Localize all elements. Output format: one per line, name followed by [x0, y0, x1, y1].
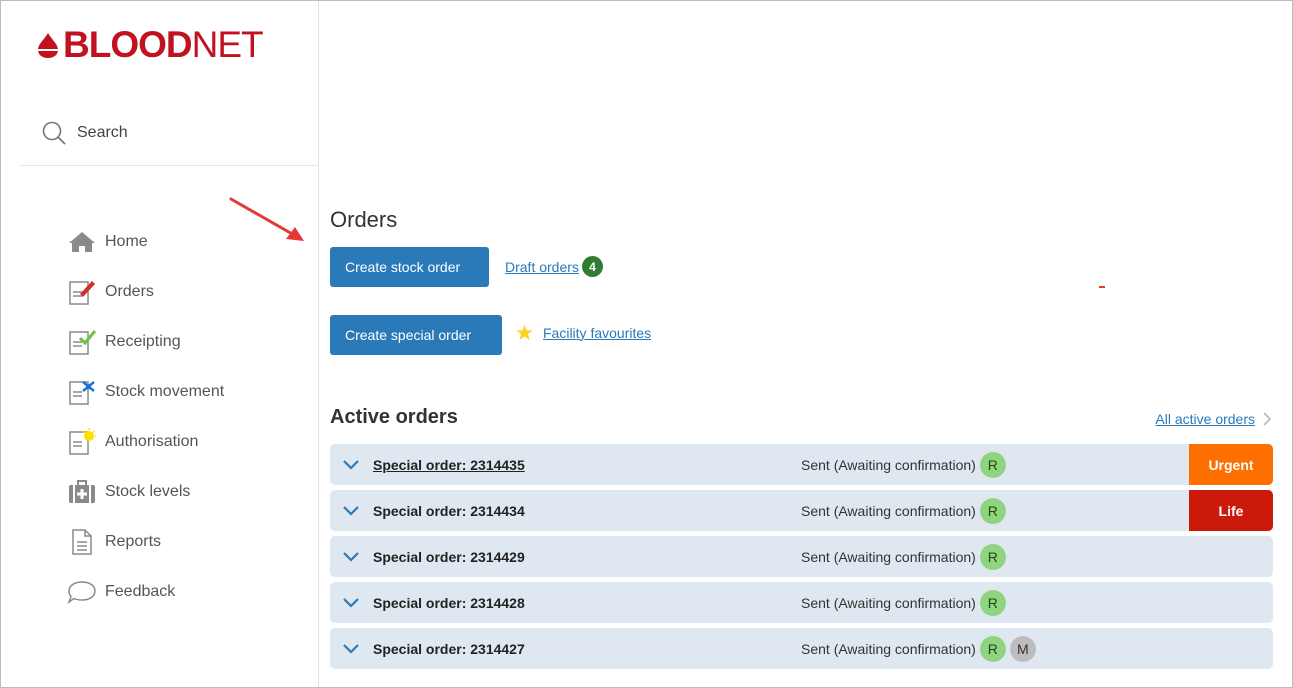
main-content: Orders Create stock order Draft orders 4…	[330, 0, 1280, 688]
create-special-order-button[interactable]: Create special order	[330, 315, 502, 355]
sidebar-item-label: Feedback	[105, 583, 176, 600]
sidebar-item-label: Stock levels	[105, 483, 191, 500]
feedback-icon	[67, 577, 97, 607]
sidebar-item-label: Authorisation	[105, 433, 199, 450]
active-orders-title: Active orders	[330, 406, 458, 428]
search-icon	[42, 121, 66, 145]
page-title: Orders	[330, 207, 398, 232]
chevron-down-icon[interactable]	[342, 643, 360, 655]
sidebar-item-receipting[interactable]: Receipting	[67, 317, 224, 367]
order-title[interactable]: Special order: 2314435	[373, 457, 525, 473]
status-pill-r: R	[979, 635, 1006, 662]
status-pill-r: R	[979, 589, 1006, 616]
logo-bold-text: BLOOD	[63, 24, 193, 65]
sidebar-item-label: Receipting	[105, 333, 181, 350]
draft-orders-label[interactable]: Draft orders	[505, 259, 579, 275]
chevron-right-icon	[1263, 412, 1272, 426]
sidebar-item-stock-levels[interactable]: Stock levels	[67, 467, 224, 517]
sidebar-item-authorisation[interactable]: Authorisation	[67, 417, 224, 467]
status-text: Sent (Awaiting confirmation)	[801, 594, 976, 611]
sidebar-item-stock-movement[interactable]: Stock movement	[67, 367, 224, 417]
all-active-orders-link[interactable]: All active orders	[1155, 411, 1273, 427]
sidebar-item-orders[interactable]: Orders	[67, 267, 224, 317]
status-text: Sent (Awaiting confirmation)	[801, 548, 976, 565]
order-title[interactable]: Special order: 2314434	[373, 503, 525, 519]
sidebar-item-label: Reports	[105, 533, 162, 550]
draft-orders-link[interactable]: Draft orders 4	[505, 256, 603, 277]
reports-icon	[67, 527, 97, 557]
chevron-down-icon[interactable]	[342, 459, 360, 471]
status-text: Sent (Awaiting confirmation)	[801, 456, 976, 473]
order-title[interactable]: Special order: 2314428	[373, 595, 525, 611]
order-row[interactable]: Special order: 2314435 Sent (Awaiting co…	[330, 444, 1273, 485]
active-orders-list: Special order: 2314435 Sent (Awaiting co…	[330, 444, 1273, 674]
status-text: Sent (Awaiting confirmation)	[801, 640, 976, 657]
sidebar-item-label: Orders	[105, 283, 154, 300]
chevron-down-icon[interactable]	[342, 551, 360, 563]
draft-orders-count-badge: 4	[581, 256, 603, 277]
receipting-icon	[67, 327, 97, 357]
home-icon	[67, 227, 97, 257]
status-pill-r: R	[979, 497, 1006, 524]
sidebar-item-home[interactable]: Home	[67, 217, 224, 267]
order-title[interactable]: Special order: 2314429	[373, 549, 525, 565]
order-status: Sent (Awaiting confirmation) R	[801, 536, 1006, 577]
chevron-down-icon[interactable]	[342, 505, 360, 517]
search-box[interactable]: Search	[19, 101, 319, 166]
orders-icon	[67, 277, 97, 307]
status-pill-r: R	[979, 543, 1006, 570]
sidebar-item-feedback[interactable]: Feedback	[67, 567, 224, 617]
facility-favourites-label[interactable]: Facility favourites	[543, 325, 651, 341]
priority-badge-life: Life	[1189, 490, 1273, 531]
order-row[interactable]: Special order: 2314427 Sent (Awaiting co…	[330, 628, 1273, 669]
order-row[interactable]: Special order: 2314428 Sent (Awaiting co…	[330, 582, 1273, 623]
sidebar-item-reports[interactable]: Reports	[67, 517, 224, 567]
stock-movement-icon	[67, 377, 97, 407]
status-text: Sent (Awaiting confirmation)	[801, 502, 976, 519]
facility-favourites-link[interactable]: Facility favourites	[516, 324, 651, 341]
priority-badge-urgent: Urgent	[1189, 444, 1273, 485]
sidebar: BLOODNET Search Home Orders Receipting S…	[1, 1, 319, 687]
bloodnet-logo[interactable]: BLOODNET	[33, 24, 264, 65]
chevron-down-icon[interactable]	[342, 597, 360, 609]
annotation-arrow-icon	[229, 197, 304, 241]
create-stock-order-button[interactable]: Create stock order	[330, 247, 489, 287]
sidebar-nav: Home Orders Receipting Stock movement Au…	[67, 217, 224, 617]
authorisation-icon	[67, 427, 97, 457]
order-title[interactable]: Special order: 2314427	[373, 641, 525, 657]
search-label: Search	[77, 124, 128, 141]
logo-text: BLOODNET	[63, 24, 264, 65]
order-status: Sent (Awaiting confirmation) R	[801, 582, 1006, 623]
logo-light-text: NET	[191, 24, 264, 65]
stock-levels-icon	[67, 477, 97, 507]
star-icon	[516, 324, 533, 340]
all-active-orders-label[interactable]: All active orders	[1155, 411, 1255, 427]
order-status: Sent (Awaiting confirmation) R M	[801, 628, 1036, 669]
red-mark	[1099, 286, 1105, 288]
sidebar-item-label: Stock movement	[105, 383, 225, 400]
order-status: Sent (Awaiting confirmation) R	[801, 444, 1006, 485]
order-status: Sent (Awaiting confirmation) R	[801, 490, 1006, 531]
status-pill-r: R	[979, 451, 1006, 478]
blood-drop-icon	[36, 33, 60, 58]
status-pill-m: M	[1009, 635, 1036, 662]
order-row[interactable]: Special order: 2314429 Sent (Awaiting co…	[330, 536, 1273, 577]
sidebar-item-label: Home	[105, 233, 148, 250]
order-row[interactable]: Special order: 2314434 Sent (Awaiting co…	[330, 490, 1273, 531]
